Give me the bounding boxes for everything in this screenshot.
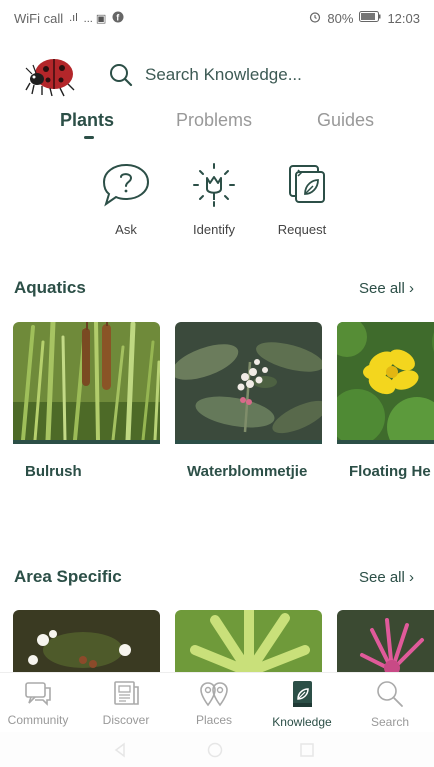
home-circle-icon[interactable] xyxy=(207,742,223,763)
search-icon[interactable] xyxy=(108,62,134,88)
nav-discover-label: Discover xyxy=(102,713,150,727)
ask-label: Ask xyxy=(115,222,137,237)
nav-community-label: Community xyxy=(7,713,69,727)
system-nav-bar xyxy=(0,732,434,767)
back-triangle-icon[interactable] xyxy=(112,742,128,763)
area-card-2[interactable] xyxy=(175,610,322,672)
plant-image-waterblommetjie xyxy=(175,322,322,444)
request-cards-icon xyxy=(289,165,325,203)
plant-name-bulrush: Bulrush xyxy=(25,463,82,480)
aquatics-header: Aquatics See all › xyxy=(0,278,434,308)
facebook-icon: f xyxy=(112,11,124,26)
quick-actions: Ask Identify Request xyxy=(0,162,434,242)
community-chat-icon xyxy=(25,682,51,706)
plant-card-floating-heart[interactable]: Floating He xyxy=(337,322,434,484)
carrier-label: WiFi call xyxy=(14,10,64,26)
recents-square-icon[interactable] xyxy=(299,742,315,763)
plant-name-floating-heart: Floating He xyxy=(349,463,431,480)
battery-percent: 80% xyxy=(327,10,354,26)
plant-card-bulrush[interactable]: Bulrush xyxy=(13,322,160,484)
notification-icons: ... ▣ xyxy=(83,12,107,25)
bottom-nav: Community Discover Places Knowledge Sear… xyxy=(0,672,434,732)
section-title-area-specific: Area Specific xyxy=(14,567,122,586)
plant-image-bulrush xyxy=(13,322,160,444)
plant-name-waterblommetjie: Waterblommetjie xyxy=(187,463,308,480)
nav-knowledge-label: Knowledge xyxy=(272,715,332,729)
knowledge-book-icon xyxy=(293,681,312,707)
nav-search-label: Search xyxy=(370,715,410,729)
tab-plants[interactable]: Plants xyxy=(60,110,114,131)
signal-icon: .ıl xyxy=(69,12,78,24)
nav-community[interactable]: Community xyxy=(0,679,78,727)
discover-news-icon xyxy=(114,681,139,705)
tab-guides[interactable]: Guides xyxy=(317,110,374,131)
request-button[interactable]: Request xyxy=(262,162,342,237)
category-tabs: Plants Problems Guides xyxy=(0,110,434,142)
area-card-1[interactable] xyxy=(13,610,160,672)
area-specific-header: Area Specific See all › xyxy=(0,567,434,597)
battery-icon xyxy=(359,11,381,25)
search-row xyxy=(0,50,434,100)
identify-flower-icon xyxy=(193,163,235,207)
plant-image-floating-heart xyxy=(337,322,434,444)
area-specific-card-row[interactable] xyxy=(0,610,434,672)
ladybug-avatar-icon[interactable] xyxy=(24,54,78,98)
aquatics-card-row[interactable]: Bulrush Waterblommetjie Floating He xyxy=(0,322,434,502)
request-label: Request xyxy=(277,222,327,237)
ask-button[interactable]: Ask xyxy=(86,162,166,237)
identify-button[interactable]: Identify xyxy=(174,162,254,237)
nav-places[interactable]: Places xyxy=(174,679,254,727)
identify-label: Identify xyxy=(193,222,235,237)
search-input[interactable] xyxy=(145,62,405,88)
see-all-area-specific-link[interactable]: See all › xyxy=(359,569,414,586)
status-right: 80% 12:03 xyxy=(309,11,420,26)
status-left: WiFi call .ıl ... ▣ f xyxy=(14,11,124,26)
nav-places-label: Places xyxy=(195,713,233,727)
places-pins-icon xyxy=(200,682,228,707)
nav-discover[interactable]: Discover xyxy=(86,679,166,727)
nav-knowledge[interactable]: Knowledge xyxy=(262,679,342,729)
section-title-aquatics: Aquatics xyxy=(14,278,86,297)
question-bubble-icon xyxy=(102,163,150,207)
status-bar: WiFi call .ıl ... ▣ f 80% 12:03 xyxy=(0,0,434,36)
tab-problems[interactable]: Problems xyxy=(176,110,252,131)
alarm-icon xyxy=(309,11,321,26)
see-all-aquatics-link[interactable]: See all › xyxy=(359,280,414,297)
nav-search[interactable]: Search xyxy=(350,679,430,729)
plant-card-waterblommetjie[interactable]: Waterblommetjie xyxy=(175,322,322,484)
active-tab-indicator xyxy=(84,136,94,139)
search-icon xyxy=(377,681,403,707)
area-card-3[interactable] xyxy=(337,610,434,672)
clock: 12:03 xyxy=(387,10,420,26)
